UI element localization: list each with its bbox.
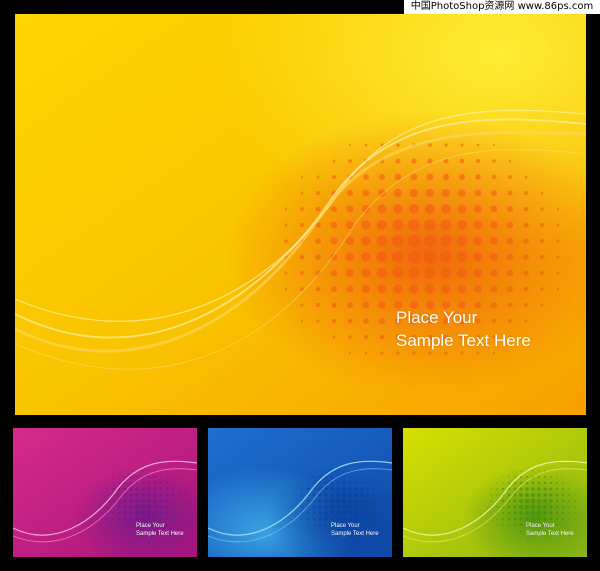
caption-line-2: Sample Text Here: [331, 531, 379, 537]
main-background-card: Place Your Sample Text Here: [15, 14, 586, 415]
site-watermark: 中国PhotoShop资源网 www.86ps.com: [404, 0, 600, 14]
sample-text-caption: Place Your Sample Text Here: [331, 522, 379, 538]
caption-line-1: Place Your: [396, 308, 478, 327]
blue-thumbnail-card: Place Your Sample Text Here: [208, 428, 392, 557]
caption-line-2: Sample Text Here: [136, 531, 184, 537]
green-thumbnail-card: Place Your Sample Text Here: [403, 428, 587, 557]
wave-artwork: [15, 14, 586, 415]
caption-line-1: Place Your: [136, 523, 165, 529]
pink-thumbnail-card: Place Your Sample Text Here: [13, 428, 197, 557]
caption-line-2: Sample Text Here: [396, 331, 531, 350]
sample-text-caption: Place Your Sample Text Here: [526, 522, 574, 538]
caption-line-1: Place Your: [331, 523, 360, 529]
sample-text-caption: Place Your Sample Text Here: [396, 306, 531, 352]
sample-text-caption: Place Your Sample Text Here: [136, 522, 184, 538]
caption-line-1: Place Your: [526, 523, 555, 529]
caption-line-2: Sample Text Here: [526, 531, 574, 537]
